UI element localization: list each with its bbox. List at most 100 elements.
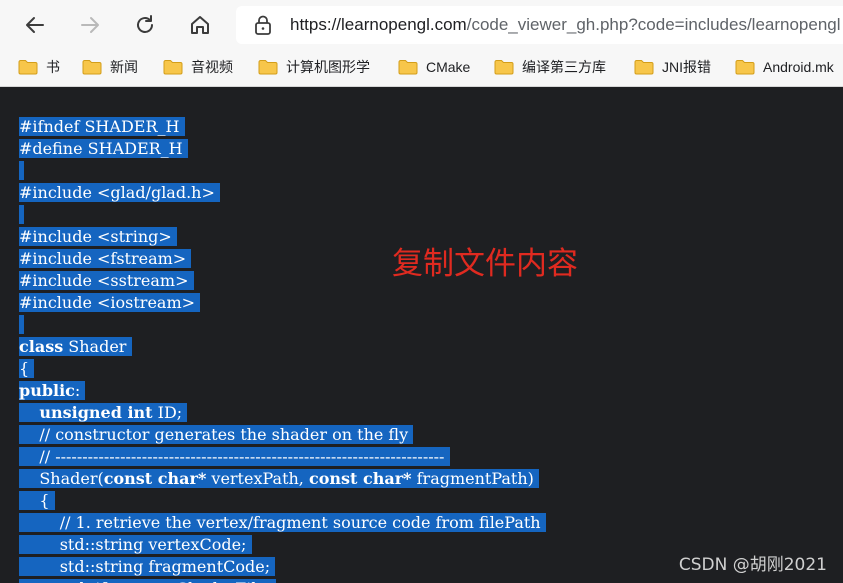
bookmark-label: Android.mk — [763, 59, 834, 75]
bookmark-item[interactable]: CMake — [398, 56, 470, 78]
annotation-text: 复制文件内容 — [392, 246, 578, 282]
selection-tail — [186, 249, 191, 268]
selection-tail — [541, 513, 546, 532]
selection-tail — [50, 491, 55, 510]
code-block[interactable]: #ifndef SHADER_H #define SHADER_H #inclu… — [19, 116, 546, 583]
selected-text: // 1. retrieve the vertex/fragment sourc… — [19, 513, 546, 532]
code-line: std::string vertexCode; — [19, 534, 546, 556]
folder-icon — [735, 60, 755, 75]
code-token: // 1. retrieve the vertex/fragment sourc… — [19, 513, 541, 532]
code-line: // -------------------------------------… — [19, 446, 546, 468]
selection-tail — [270, 557, 275, 576]
selected-text: public: — [19, 381, 86, 400]
selected-text: #define SHADER_H — [19, 139, 188, 158]
code-line — [19, 160, 546, 182]
selection-tail — [408, 425, 413, 444]
selection-tail — [29, 359, 34, 378]
bookmark-item[interactable]: Android.mk — [735, 56, 834, 78]
selected-text: #include <fstream> — [19, 249, 192, 268]
folder-icon — [163, 60, 183, 75]
selected-text: unsigned int ID; — [19, 403, 188, 422]
arrow-right-icon — [81, 17, 99, 33]
code-line — [19, 204, 546, 226]
code-token: std::string vertexCode; — [19, 535, 247, 554]
folder-icon — [398, 60, 418, 75]
selected-text: #include <string> — [19, 227, 177, 246]
code-line — [19, 314, 546, 336]
browser-toolbar: https://learnopengl.com/code_viewer_gh.p… — [0, 0, 843, 50]
selection-tail — [215, 183, 220, 202]
bookmark-label: 编译第三方库 — [522, 59, 606, 75]
code-token: #include <iostream> — [19, 293, 196, 312]
code-keyword: const char* — [308, 469, 412, 488]
bookmark-label: 新闻 — [110, 59, 138, 75]
bookmark-item[interactable]: 编译第三方库 — [494, 56, 606, 78]
code-line: // constructor generates the shader on t… — [19, 424, 546, 446]
bookmark-item[interactable]: JNI报错 — [634, 56, 711, 78]
code-token: #define SHADER_H — [19, 139, 183, 158]
selected-text: std::string fragmentCode; — [19, 557, 276, 576]
code-token: #include <glad/glad.h> — [19, 183, 215, 202]
code-token: #include <fstream> — [19, 249, 187, 268]
code-keyword: public — [19, 381, 75, 400]
code-line: std::string fragmentCode; — [19, 556, 546, 578]
selected-text: #include <iostream> — [19, 293, 201, 312]
selection-tail — [19, 205, 24, 224]
code-line: #ifndef SHADER_H — [19, 116, 546, 138]
bookmark-item[interactable]: 书 — [18, 56, 60, 78]
back-button[interactable] — [17, 7, 53, 43]
home-button[interactable] — [182, 7, 218, 43]
bookmark-label: JNI报错 — [662, 59, 711, 75]
selected-text: { — [19, 491, 55, 510]
code-token: vertexPath, — [206, 469, 309, 488]
selection-tail — [195, 293, 200, 312]
selected-text — [19, 315, 25, 334]
folder-icon — [82, 60, 102, 75]
code-line: Shader(const char* vertexPath, const cha… — [19, 468, 546, 490]
code-keyword: class — [19, 337, 64, 356]
code-line: #include <iostream> — [19, 292, 546, 314]
code-token: { — [19, 491, 50, 510]
code-keyword: const char* — [103, 469, 207, 488]
selected-text — [19, 205, 25, 224]
bookmarks-bar: 书 新闻 音视频 计算机图形学 CMake 编译第三方库 JNI报错 Andro… — [0, 50, 843, 87]
code-token: // -------------------------------------… — [19, 447, 445, 466]
code-line: public: — [19, 380, 546, 402]
selected-text: Shader(const char* vertexPath, const cha… — [19, 469, 539, 488]
selection-tail — [189, 271, 194, 290]
selected-text: #ifndef SHADER_H — [19, 117, 185, 136]
code-token: #ifndef SHADER_H — [19, 117, 180, 136]
selection-tail — [179, 117, 184, 136]
code-line: unsigned int ID; — [19, 402, 546, 424]
selection-tail — [19, 315, 24, 334]
code-token: // constructor generates the shader on t… — [19, 425, 409, 444]
code-viewer[interactable]: #ifndef SHADER_H #define SHADER_H #inclu… — [0, 87, 843, 583]
bookmark-item[interactable]: 新闻 — [82, 56, 138, 78]
bookmark-item[interactable]: 计算机图形学 — [258, 56, 370, 78]
reload-icon — [137, 15, 153, 33]
code-token: fragmentPath) — [411, 469, 534, 488]
selection-tail — [80, 381, 85, 400]
forward-button[interactable] — [72, 7, 108, 43]
selected-text: #include <sstream> — [19, 271, 194, 290]
folder-icon — [258, 60, 278, 75]
address-bar[interactable]: https://learnopengl.com/code_viewer_gh.p… — [236, 6, 843, 44]
selection-tail — [271, 579, 276, 583]
bookmark-label: 音视频 — [191, 59, 233, 75]
selected-text: std::ifstream vShaderFile; — [19, 579, 277, 583]
reload-button[interactable] — [127, 7, 163, 43]
selected-text: // -------------------------------------… — [19, 447, 450, 466]
selection-tail — [444, 447, 449, 466]
bookmark-label: 书 — [46, 59, 60, 75]
code-token: std::string fragmentCode; — [19, 557, 271, 576]
selection-tail — [183, 139, 188, 158]
bookmark-item[interactable]: 音视频 — [163, 56, 233, 78]
selected-text: // constructor generates the shader on t… — [19, 425, 414, 444]
code-line: class Shader — [19, 336, 546, 358]
selection-tail — [172, 227, 177, 246]
selected-text: #include <glad/glad.h> — [19, 183, 220, 202]
lock-icon[interactable] — [254, 15, 272, 35]
selected-text: std::string vertexCode; — [19, 535, 252, 554]
selection-tail — [126, 337, 131, 356]
